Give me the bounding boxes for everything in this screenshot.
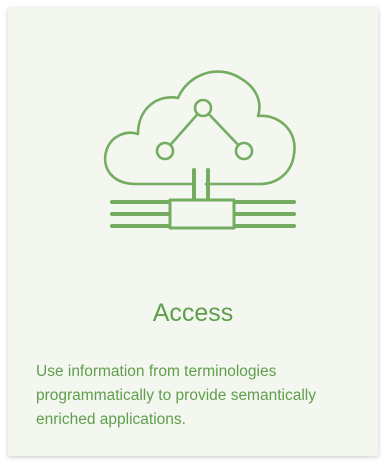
card-description: Use information from terminologies progr… — [36, 363, 316, 428]
card-title: Access — [152, 299, 234, 327]
access-card[interactable]: Access Use information from terminologie… — [8, 8, 378, 456]
cloud-network-connector-icon — [103, 70, 296, 230]
